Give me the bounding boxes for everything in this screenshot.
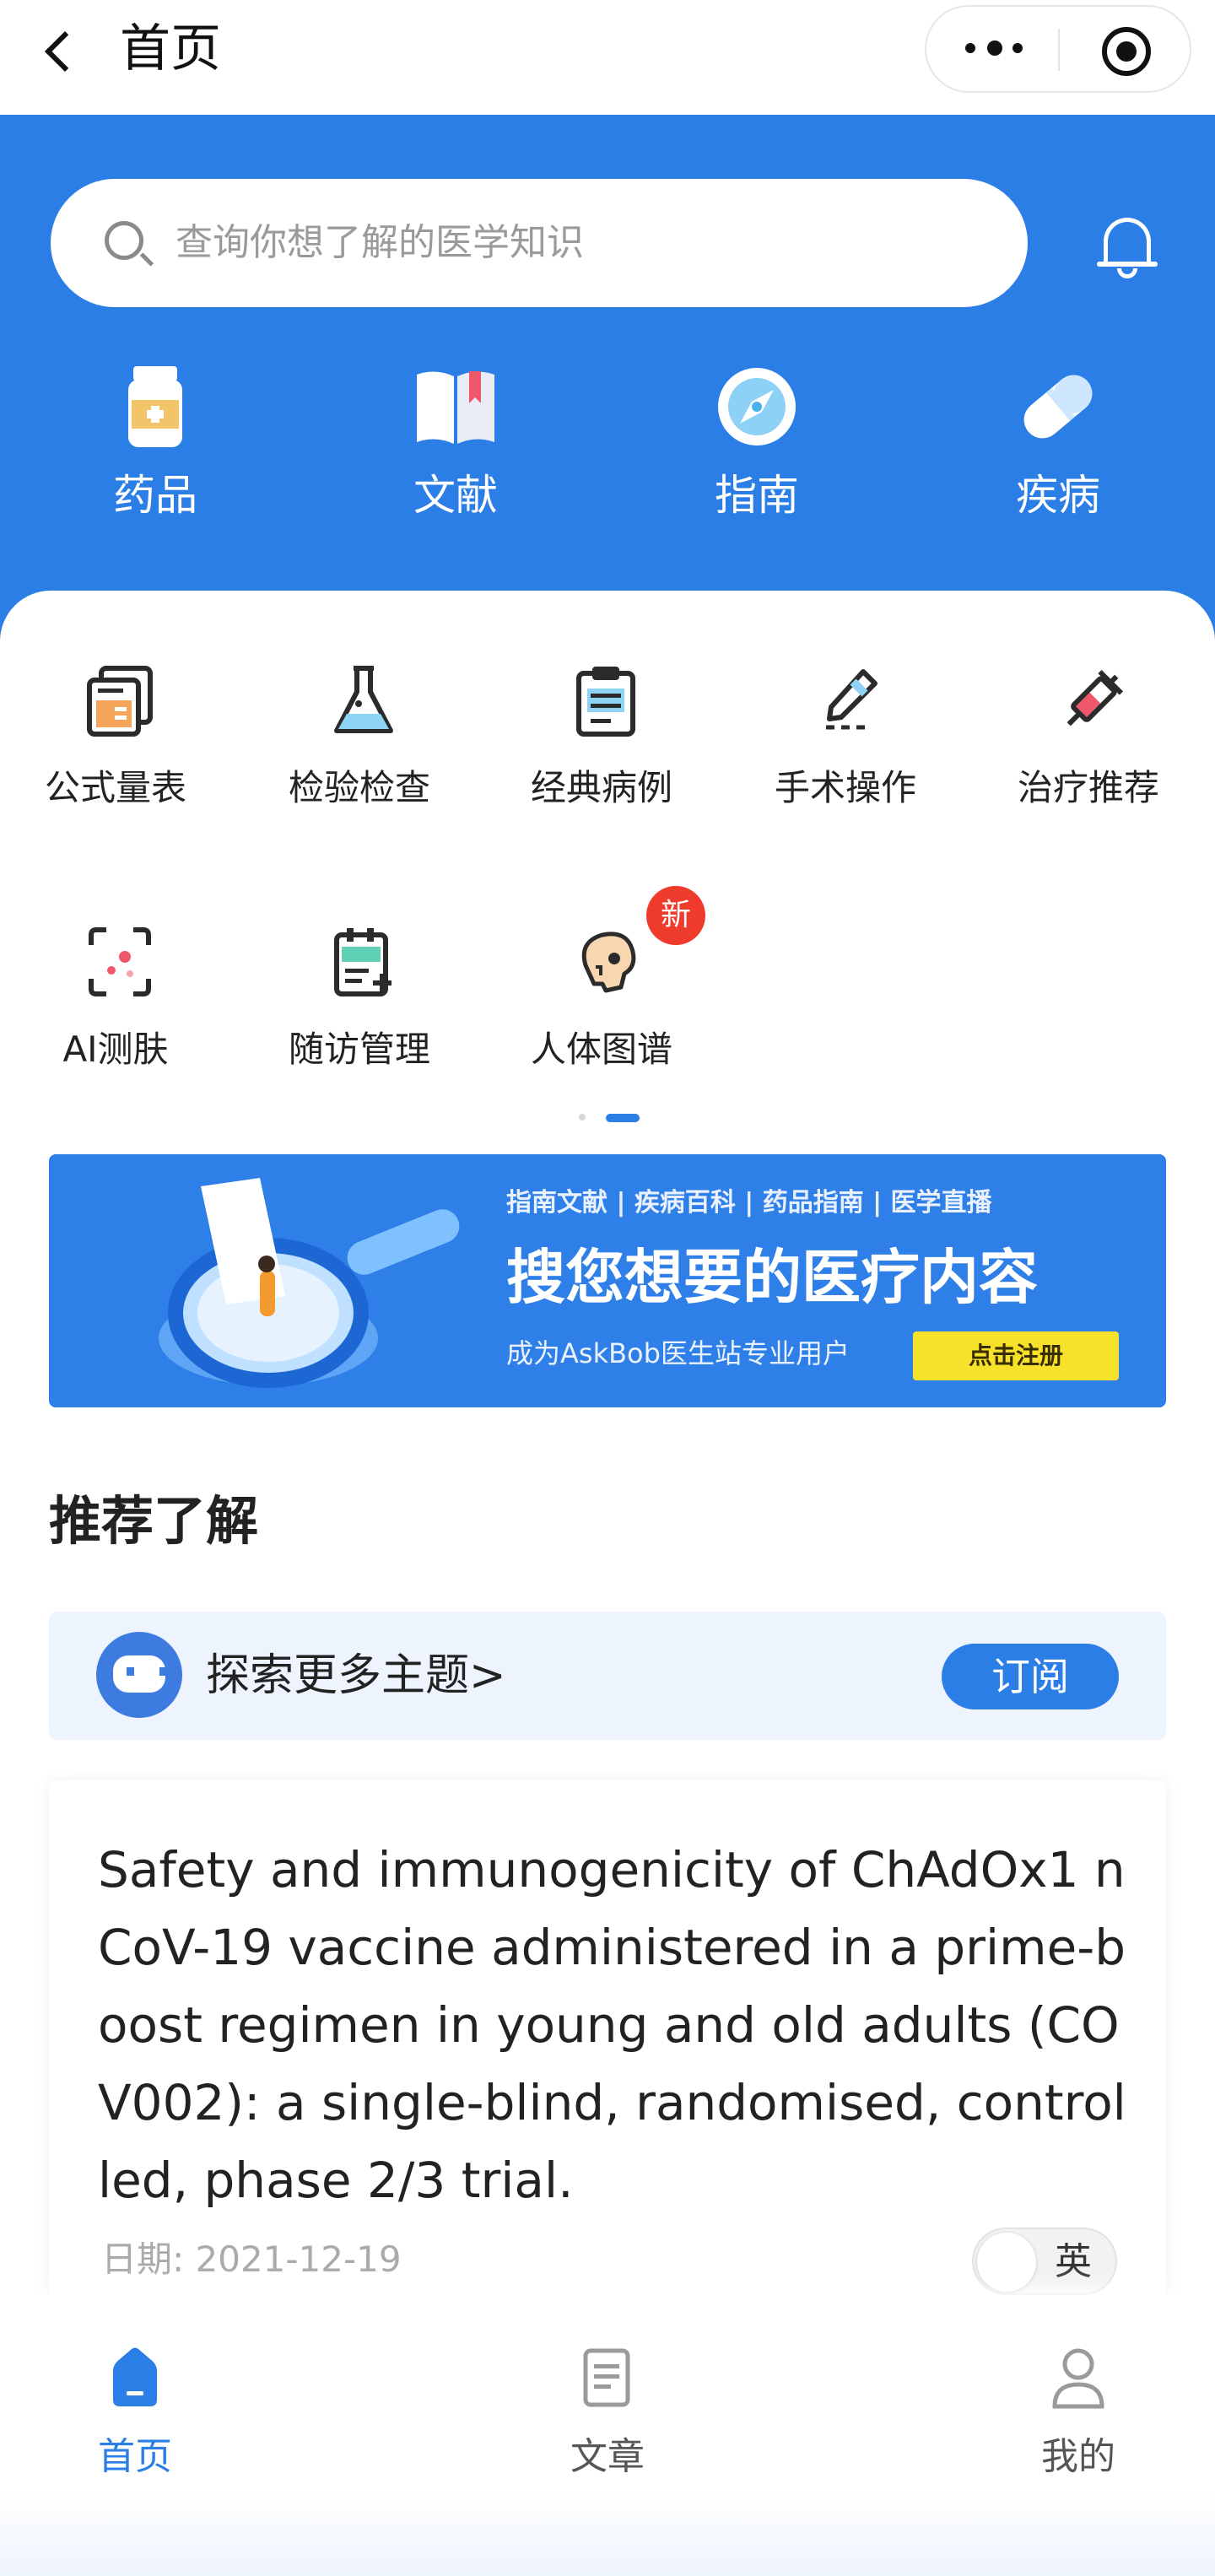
capsule-divider (1058, 29, 1060, 71)
language-toggle[interactable]: 英 (972, 2228, 1117, 2295)
followup-notes-icon (334, 928, 392, 996)
compass-icon (718, 368, 796, 446)
hero-header: 查询你想了解的医学知识 药品 文献 指南 疾病 (0, 115, 1215, 655)
tool-lab-tests[interactable]: 检验检查 (246, 591, 473, 808)
tool-formula-scale[interactable]: 公式量表 (2, 591, 230, 808)
tool-label: 手术操作 (774, 767, 916, 808)
formula-card-icon (87, 666, 153, 737)
tab-home[interactable]: 首页 (25, 2346, 245, 2506)
bell-icon[interactable] (1097, 213, 1158, 284)
banner-headline: 搜您想要的医疗内容 (506, 1243, 1038, 1312)
subscribe-button[interactable]: 订阅 (942, 1644, 1119, 1709)
tool-label: 人体图谱 (530, 1029, 672, 1070)
flask-icon (334, 666, 393, 733)
tool-label: 治疗推荐 (1017, 767, 1159, 808)
tool-classic-cases[interactable]: 经典病例 (488, 591, 716, 808)
close-target-icon[interactable] (1102, 27, 1151, 76)
toggle-knob (977, 2233, 1036, 2292)
syringe-icon (1066, 669, 1124, 726)
home-icon (113, 2347, 157, 2406)
profile-icon (1052, 2348, 1104, 2409)
banner-subline: 成为AskBob医生站专业用户 (506, 1337, 850, 1369)
capsule-icon (1023, 375, 1093, 439)
article-title: Safety and immunogenicity of ChAdOx1 nCo… (98, 1841, 1126, 2209)
page-indicator-active (606, 1114, 640, 1122)
search-placeholder: 查询你想了解的医学知识 (176, 221, 584, 264)
tool-label: AI测肤 (62, 1029, 169, 1070)
tab-articles[interactable]: 文章 (498, 2346, 717, 2506)
tool-anatomy[interactable]: 人体图谱 (488, 852, 716, 1070)
magnifier-illustration-icon (159, 1178, 460, 1388)
category-label: 药品 (113, 471, 197, 520)
more-dots-icon[interactable] (962, 37, 1029, 62)
tool-label: 随访管理 (288, 1029, 430, 1070)
top-nav-bar: 首页 (0, 0, 1215, 115)
skull-icon (581, 932, 636, 993)
promo-banner[interactable]: 指南文献 | 疾病百科 | 药品指南 | 医学直播 搜您想要的医疗内容 成为As… (49, 1154, 1166, 1407)
tool-label: 公式量表 (44, 767, 186, 808)
tab-label: 文章 (570, 2435, 645, 2478)
tool-followup[interactable]: 随访管理 (246, 852, 473, 1070)
category-disease[interactable]: 疾病 (974, 363, 1142, 557)
tab-profile[interactable]: 我的 (969, 2346, 1188, 2506)
back-arrow-icon[interactable] (37, 20, 88, 81)
face-scan-icon (89, 927, 151, 996)
explore-label: 探索更多主题> (206, 1650, 506, 1701)
category-guide[interactable]: 指南 (672, 363, 841, 557)
category-label: 文献 (413, 471, 498, 520)
clipboard-icon (576, 667, 635, 737)
tool-label: 经典病例 (530, 767, 672, 808)
article-date: 日期: 2021-12-19 (101, 2238, 402, 2280)
category-label: 疾病 (1016, 471, 1100, 520)
tool-treatment[interactable]: 治疗推荐 (975, 591, 1202, 808)
page: 首页 查询你想了解的医学知识 药品 文献 指南 疾病 公式量表 检验检查 经典病… (0, 0, 1215, 2576)
medicine-bottle-icon (128, 366, 182, 447)
new-badge: 新 (646, 886, 705, 945)
category-medicine[interactable]: 药品 (71, 363, 240, 557)
tool-surgery[interactable]: 手术操作 (732, 591, 959, 808)
page-title: 首页 (120, 19, 221, 78)
scalpel-icon (826, 669, 878, 730)
search-input[interactable]: 查询你想了解的医学知识 (51, 179, 1028, 307)
tab-label: 首页 (98, 2435, 172, 2478)
register-button[interactable]: 点击注册 (913, 1331, 1119, 1380)
search-icon (105, 221, 143, 260)
category-literature[interactable]: 文献 (371, 363, 540, 557)
tool-ai-skin[interactable]: AI测肤 (2, 852, 230, 1070)
section-title: 推荐了解 (49, 1490, 259, 1552)
robot-icon (96, 1632, 182, 1718)
page-indicator-dot (579, 1114, 586, 1121)
tab-label: 我的 (1041, 2435, 1115, 2478)
book-icon (417, 371, 494, 444)
language-label: 英 (1055, 2240, 1092, 2283)
bottom-tab-bar: 首页 文章 我的 (0, 2295, 1215, 2576)
banner-tabs: 指南文献 | 疾病百科 | 药品指南 | 医学直播 (506, 1188, 992, 1218)
tool-label: 检验检查 (288, 767, 430, 808)
explore-topics-row[interactable]: 探索更多主题> 订阅 (49, 1612, 1166, 1740)
mini-program-capsule (925, 5, 1191, 93)
article-card[interactable]: Safety and immunogenicity of ChAdOx1 nCo… (49, 1780, 1166, 2354)
category-label: 指南 (715, 471, 799, 520)
article-icon (583, 2348, 630, 2407)
